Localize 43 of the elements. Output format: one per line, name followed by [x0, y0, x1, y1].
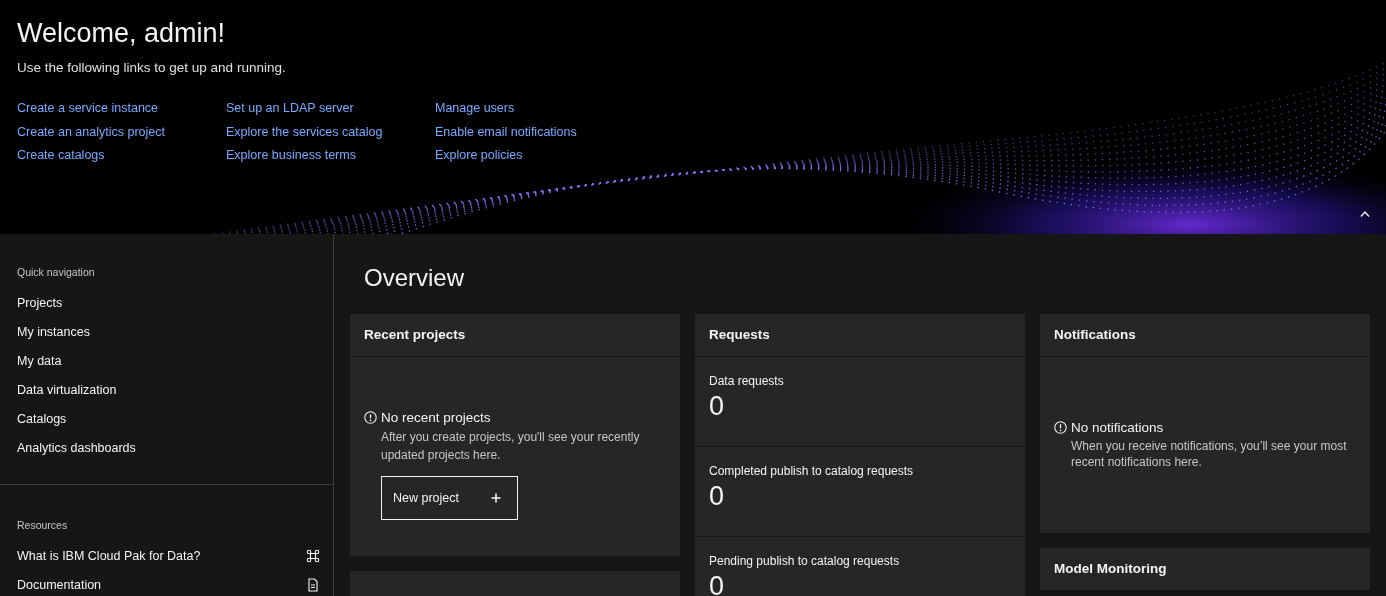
nav-link[interactable]: Catalogs	[17, 411, 67, 426]
info-icon	[1054, 421, 1067, 434]
empty-message: No recent projects	[381, 409, 491, 425]
quick-link[interactable]: Create an analytics project	[17, 122, 165, 141]
nav-link[interactable]: Projects	[17, 295, 63, 310]
empty-description: When you receive notifications, you’ll see your most recent notifications here.	[1071, 438, 1348, 470]
stat-label: Data requests	[709, 374, 784, 388]
section-heading: Resources	[17, 519, 68, 531]
nav-link[interactable]: Data virtualization	[17, 382, 117, 397]
welcome-subtitle: Use the following links to get up and running.	[17, 60, 287, 75]
card-title: Notifications	[1054, 327, 1136, 342]
nav-link[interactable]: My instances	[17, 324, 90, 339]
plus-icon	[491, 492, 501, 503]
network-icon	[306, 548, 320, 563]
card-title: Requests	[709, 327, 770, 342]
nav-link[interactable]: What is IBM Cloud Pak for Data?	[17, 548, 201, 563]
quick-link[interactable]: Manage users	[435, 99, 515, 117]
welcome-heading: Welcome, admin!	[17, 17, 226, 50]
nav-link[interactable]: Analytics dashboards	[17, 440, 136, 455]
document-icon	[306, 577, 320, 592]
quick-link[interactable]: Explore business terms	[226, 146, 356, 164]
empty-message: No notifications	[1071, 420, 1164, 435]
card-title: Model Monitoring	[1054, 561, 1167, 576]
card-title: Recent projects	[364, 327, 466, 342]
page-title: Overview	[364, 264, 465, 292]
quick-link[interactable]: Set up an LDAP server	[226, 99, 354, 117]
collapse-chevron-icon[interactable]	[1360, 210, 1370, 218]
stat-label: Completed publish to catalog requests	[709, 464, 914, 478]
stat-value: 0	[709, 390, 726, 423]
quick-link[interactable]: Explore the services catalog	[226, 122, 383, 141]
stat-value: 0	[709, 570, 726, 596]
quick-link[interactable]: Explore policies	[435, 146, 523, 164]
info-icon	[364, 410, 377, 424]
nav-link[interactable]: My data	[17, 353, 62, 368]
quick-link[interactable]: Enable email notifications	[435, 122, 577, 141]
stat-label: Pending publish to catalog requests	[709, 554, 900, 568]
stat-value: 0	[709, 480, 726, 513]
section-heading: Quick navigation	[17, 266, 95, 278]
quick-link[interactable]: Create catalogs	[17, 146, 105, 164]
empty-description: After you create projects, you'll see your recently updated projects here.	[381, 428, 641, 464]
new-project-button[interactable]: New project	[381, 475, 518, 520]
quick-link[interactable]: Create a service instance	[17, 99, 159, 117]
nav-link[interactable]: Documentation	[17, 577, 102, 592]
